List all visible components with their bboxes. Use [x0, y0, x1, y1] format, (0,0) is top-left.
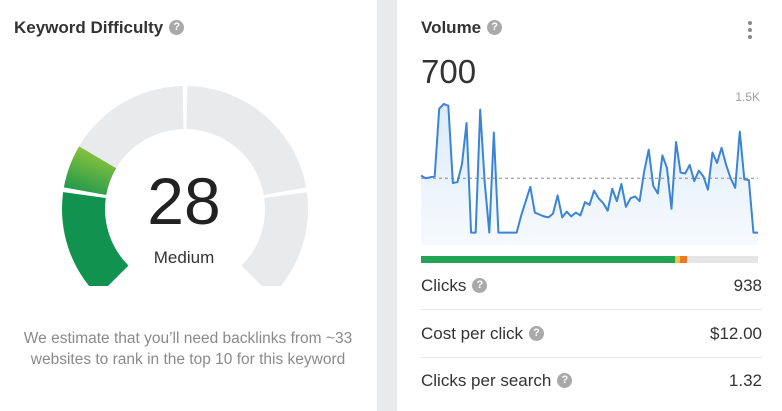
- question-circle-icon[interactable]: ?: [529, 326, 545, 342]
- question-circle-icon[interactable]: ?: [472, 278, 488, 294]
- metric-row-clicks: Clicks? 938: [421, 265, 762, 307]
- distribution-segment-paid-orange: [680, 256, 688, 263]
- volume-trend-chart: 1.5K: [420, 90, 760, 245]
- gauge-fill-segment: [62, 192, 129, 286]
- distribution-segment-no-clicks: [687, 256, 758, 263]
- difficulty-description: We estimate that you’ll need backlinks f…: [23, 330, 353, 368]
- metric-label: Cost per click?: [421, 324, 545, 344]
- metric-label: Clicks per search?: [421, 371, 573, 391]
- panel-divider: [377, 0, 397, 411]
- keyword-difficulty-title: Keyword Difficulty: [14, 18, 164, 37]
- distribution-segment-organic: [421, 256, 676, 263]
- metric-value: $12.00: [710, 324, 762, 343]
- difficulty-score: 28: [147, 164, 221, 238]
- keyword-difficulty-heading: Keyword Difficulty?: [14, 18, 185, 38]
- gauge-track-segment: [241, 192, 308, 286]
- y-axis-max-label: 1.5K: [735, 90, 760, 104]
- metric-value: 1.32: [728, 371, 762, 390]
- row-divider: [421, 309, 762, 310]
- metric-row-clicks-per-search: Clicks per search? 1.32: [421, 360, 762, 402]
- metric-row-cost-per-click: Cost per click? $12.00: [421, 313, 762, 355]
- metric-value: 938: [733, 276, 762, 295]
- row-divider: [421, 357, 762, 358]
- question-circle-icon[interactable]: ?: [557, 373, 573, 389]
- volume-heading: Volume?: [421, 18, 503, 38]
- volume-card: Volume? 700 1.5K Clicks? 938 Cost per cl…: [397, 0, 782, 411]
- more-vertical-icon[interactable]: [745, 20, 755, 40]
- volume-title: Volume: [421, 18, 482, 37]
- keyword-difficulty-card: Keyword Difficulty? 28 Medium We estimat…: [0, 0, 377, 411]
- question-circle-icon[interactable]: ?: [169, 20, 185, 36]
- metric-label: Clicks?: [421, 276, 488, 296]
- difficulty-level: Medium: [153, 248, 215, 267]
- question-circle-icon[interactable]: ?: [487, 20, 503, 36]
- clicks-distribution-bar: [421, 256, 758, 263]
